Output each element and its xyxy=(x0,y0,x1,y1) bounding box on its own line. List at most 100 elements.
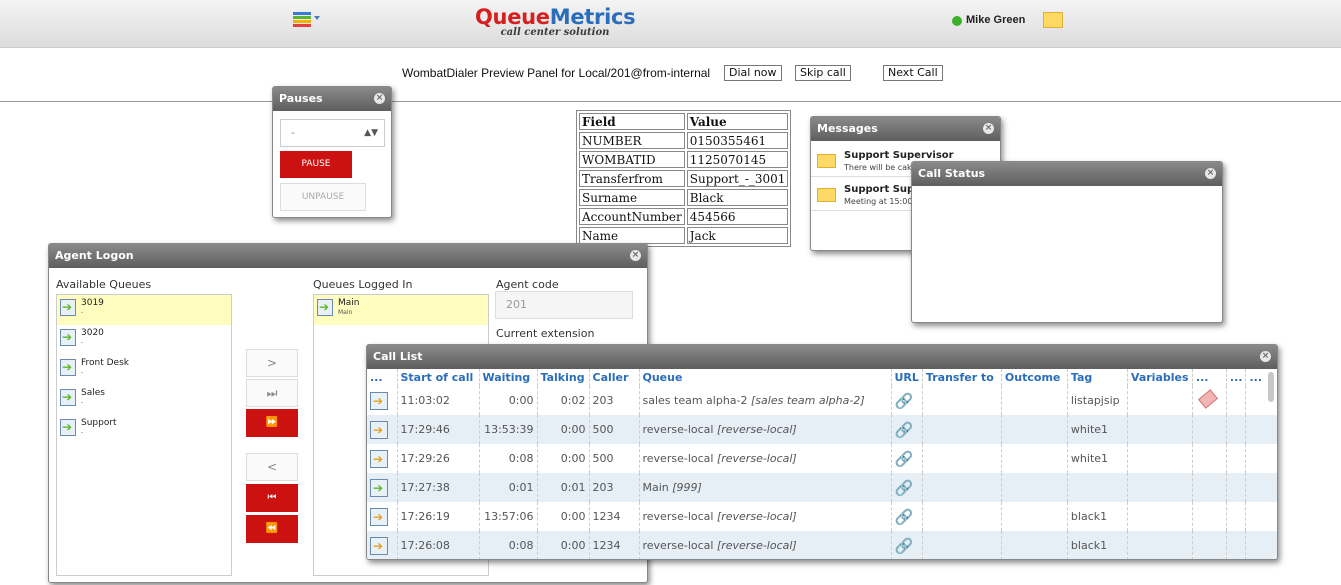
url-cell: 🔗 xyxy=(891,386,923,415)
col-header-queue[interactable]: Queue xyxy=(639,369,892,386)
link-chain-icon[interactable]: 🔗 xyxy=(895,479,914,497)
tag-cell xyxy=(1067,473,1128,502)
remove-all-queues-button[interactable]: ⏪ xyxy=(246,515,298,543)
call-type-icon[interactable] xyxy=(370,536,388,555)
waiting-cell: 0:00 xyxy=(479,386,538,415)
queue-arrow-icon xyxy=(60,359,76,376)
remove-queue-button[interactable]: < xyxy=(246,453,298,481)
logo: QueueMetrics call center solution xyxy=(475,5,636,38)
field-header: Field xyxy=(579,113,685,130)
link-chain-icon[interactable]: 🔗 xyxy=(895,450,914,468)
add-queue-button[interactable]: > xyxy=(246,349,298,377)
unpause-button[interactable]: UNPAUSE xyxy=(280,183,366,211)
outcome-cell xyxy=(1001,531,1068,559)
action-cell xyxy=(1226,502,1247,531)
col-header[interactable]: ... xyxy=(1192,369,1227,386)
queue-alias: [reverse-local] xyxy=(716,510,797,523)
link-chain-icon[interactable]: 🔗 xyxy=(895,392,914,410)
variables-cell xyxy=(1127,502,1193,531)
table-row[interactable]: 11:03:020:000:02203sales team alpha-2 [s… xyxy=(367,386,1277,415)
col-header-waiting[interactable]: Waiting xyxy=(479,369,538,386)
action-cell xyxy=(1245,502,1277,531)
queue-alias: [reverse-local] xyxy=(716,423,797,436)
col-header-tag[interactable]: Tag xyxy=(1067,369,1128,386)
col-header[interactable]: ... xyxy=(367,369,398,386)
pause-reason-select[interactable]: - ▲▼ xyxy=(280,119,385,147)
queue-alias: [999] xyxy=(672,481,702,494)
call-type-icon[interactable] xyxy=(370,391,388,410)
queue-name: reverse-local xyxy=(642,510,714,523)
col-header-url[interactable]: URL xyxy=(891,369,923,386)
variables-cell xyxy=(1127,386,1193,415)
envelope-icon[interactable] xyxy=(1043,12,1063,28)
queue-item-3019[interactable]: 3019 - xyxy=(57,295,231,325)
online-status-icon xyxy=(952,16,962,26)
remove-one-queue-button[interactable]: ⏮ xyxy=(246,484,298,512)
col-header[interactable]: ... xyxy=(1226,369,1247,386)
queue-name: Front Desk xyxy=(81,358,129,368)
logo-queue-text: Queue xyxy=(475,5,550,29)
start-cell: 17:26:19 xyxy=(397,502,480,531)
link-chain-icon[interactable]: 🔗 xyxy=(895,537,914,555)
call-type-icon[interactable] xyxy=(370,478,388,497)
action-cell xyxy=(1245,473,1277,502)
queue-item-main[interactable]: Main Main xyxy=(314,295,488,325)
call-type-icon[interactable] xyxy=(370,420,388,439)
agent-code-input[interactable]: 201 xyxy=(495,291,633,319)
close-icon[interactable]: × xyxy=(1260,351,1271,362)
queue-sub: - xyxy=(81,429,84,436)
col-header-start[interactable]: Start of call xyxy=(397,369,480,386)
call-type-icon[interactable] xyxy=(370,507,388,526)
table-row[interactable]: 17:27:380:010:01203Main [999]🔗 xyxy=(367,473,1277,502)
transfer-cell xyxy=(922,531,1002,559)
add-all-queues-button[interactable]: ⏩ xyxy=(246,409,298,437)
outcome-cell xyxy=(1001,473,1068,502)
call-status-title: Call Status xyxy=(918,167,986,180)
url-cell: 🔗 xyxy=(891,444,923,473)
start-cell: 17:27:38 xyxy=(397,473,480,502)
link-chain-icon[interactable]: 🔗 xyxy=(895,421,914,439)
col-header-transfer[interactable]: Transfer to xyxy=(922,369,1002,386)
next-call-button[interactable]: Next Call xyxy=(883,65,943,81)
call-list-title-bar[interactable]: Call List × xyxy=(367,345,1277,369)
skip-call-button[interactable]: Skip call xyxy=(795,65,851,81)
action-cell xyxy=(1192,531,1227,559)
menu-caret-icon[interactable] xyxy=(314,16,320,20)
pause-button[interactable]: PAUSE xyxy=(280,151,352,178)
col-header-variables[interactable]: Variables xyxy=(1127,369,1193,386)
user-name[interactable]: Mike Green xyxy=(966,14,1025,26)
col-header-talking[interactable]: Talking xyxy=(537,369,590,386)
scrollbar[interactable] xyxy=(1268,372,1274,402)
caller-cell: 500 xyxy=(589,444,640,473)
queue-item-sales[interactable]: Sales - xyxy=(57,385,231,415)
queue-item-3020[interactable]: 3020 - xyxy=(57,325,231,355)
url-cell: 🔗 xyxy=(891,415,923,444)
call-type-icon[interactable] xyxy=(370,449,388,468)
call-type-cell xyxy=(367,531,398,559)
queue-item-front-desk[interactable]: Front Desk - xyxy=(57,355,231,385)
close-icon[interactable]: × xyxy=(1205,168,1216,179)
close-icon[interactable]: × xyxy=(374,93,385,104)
dial-now-button[interactable]: Dial now xyxy=(724,65,782,81)
available-queues-list[interactable]: 3019 - 3020 - Front Desk - Sales - Suppo… xyxy=(56,294,232,576)
queue-item-support[interactable]: Support - xyxy=(57,415,231,445)
menu-grid-icon[interactable] xyxy=(293,12,311,30)
tag-icon[interactable] xyxy=(1197,389,1218,409)
col-header-caller[interactable]: Caller xyxy=(589,369,640,386)
agent-logon-title-bar[interactable]: Agent Logon × xyxy=(49,244,647,268)
add-one-queue-button[interactable]: ⏭ xyxy=(246,379,298,407)
messages-title: Messages xyxy=(817,122,878,135)
messages-title-bar[interactable]: Messages × xyxy=(811,117,1000,141)
table-row[interactable]: 17:26:1913:57:060:001234reverse-local [r… xyxy=(367,502,1277,531)
col-header-outcome[interactable]: Outcome xyxy=(1001,369,1068,386)
close-icon[interactable]: × xyxy=(983,123,994,134)
call-status-title-bar[interactable]: Call Status × xyxy=(912,162,1222,186)
link-chain-icon[interactable]: 🔗 xyxy=(895,508,914,526)
table-row[interactable]: 17:29:260:080:00500reverse-local [revers… xyxy=(367,444,1277,473)
pauses-title-bar[interactable]: Pauses × xyxy=(273,87,391,111)
close-icon[interactable]: × xyxy=(630,250,641,261)
talking-cell: 0:00 xyxy=(537,502,590,531)
table-row[interactable]: 17:29:4613:53:390:00500reverse-local [re… xyxy=(367,415,1277,444)
call-list-title: Call List xyxy=(373,350,423,363)
table-row[interactable]: 17:26:080:080:001234reverse-local [rever… xyxy=(367,531,1277,559)
